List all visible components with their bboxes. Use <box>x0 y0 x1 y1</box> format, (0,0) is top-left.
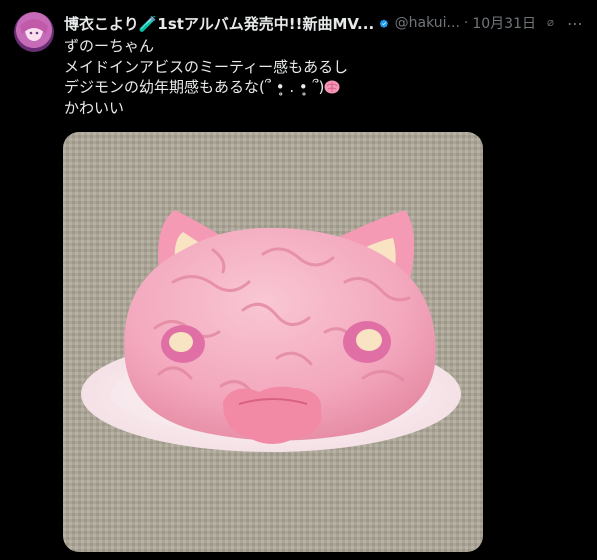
verified-badge-icon <box>380 19 389 28</box>
tweet-line: デジモンの幼年期感もあるな(՞ •̥ . •̥ ՞) <box>64 77 584 98</box>
tweet-photo[interactable] <box>63 132 483 552</box>
tweet-line: かわいい <box>64 98 125 117</box>
tweet-line-text: デジモンの幼年期感もあるな(՞ •̥ . •̥ ՞) <box>64 78 325 96</box>
grok-icon[interactable] <box>546 14 555 32</box>
tweet-line: ずのーちゃん <box>64 37 155 55</box>
author-handle[interactable]: @hakui... <box>395 15 460 31</box>
brain-icon <box>324 80 340 94</box>
tweet-header: 博衣こより🧪1stアルバム発売中!!新曲MV... @hakui... · 10… <box>64 12 584 34</box>
tweet-timestamp[interactable]: 10月31日 <box>472 13 536 33</box>
avatar[interactable] <box>14 12 54 52</box>
more-options-icon[interactable]: ⋯ <box>567 14 584 33</box>
author-name[interactable]: 博衣こより🧪1stアルバム発売中!!新曲MV... <box>64 13 374 34</box>
tweet-line: メイドインアビスのミーティー感もあるし <box>64 57 349 76</box>
tweet-text: ずのーちゃん メイドインアビスのミーティー感もあるし デジモンの幼年期感もあるな… <box>64 36 584 118</box>
separator-dot: · <box>463 15 469 31</box>
